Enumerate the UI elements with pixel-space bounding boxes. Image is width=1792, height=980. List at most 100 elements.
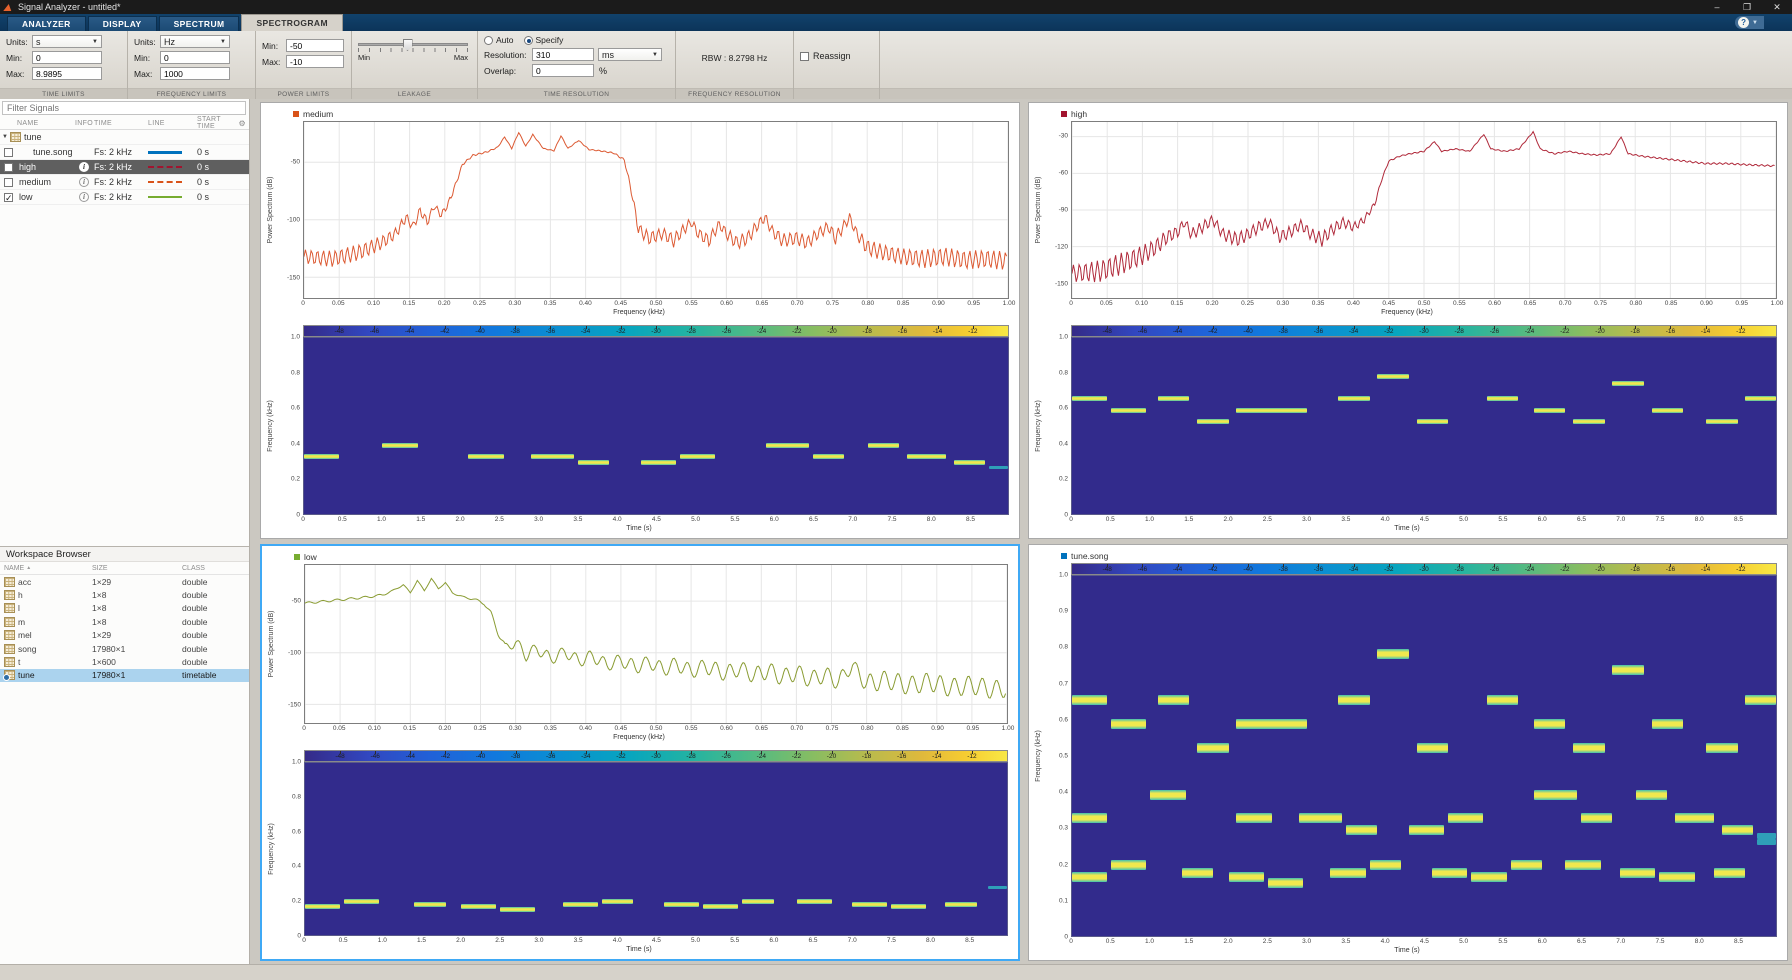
plot-checkbox-low[interactable]: ✓: [4, 193, 13, 202]
x-tick-label: 7.5: [1647, 516, 1673, 523]
plot-checkbox-tune.song[interactable]: [4, 148, 13, 157]
workspace-row-h[interactable]: h1×8double: [0, 588, 249, 601]
display-grid: mediumPower Spectrum (dB)-50-100-15000.0…: [256, 99, 1792, 964]
time-units-select[interactable]: s▼: [32, 35, 102, 48]
tune.song-spectrogram[interactable]: [1071, 575, 1777, 937]
legend-label: medium: [303, 109, 333, 119]
x-tick-label: 0.40: [572, 300, 598, 307]
expand-collapse-icon[interactable]: ▼: [2, 134, 8, 140]
specify-radio-label[interactable]: Specify: [536, 35, 564, 45]
auto-radio-label[interactable]: Auto: [496, 35, 514, 45]
workspace-row-song[interactable]: song17980×1double: [0, 642, 249, 655]
freq-min-input[interactable]: [160, 51, 230, 64]
x-tick-label: 3.5: [1333, 516, 1359, 523]
tab-spectrum[interactable]: SPECTRUM: [159, 16, 240, 31]
line-style-sample[interactable]: [148, 181, 182, 183]
frequency-ylabel: Frequency (kHz): [1035, 400, 1042, 452]
colorbar-tick-label: -40: [1236, 566, 1260, 573]
workspace-row-acc[interactable]: acc1×29double: [0, 575, 249, 588]
workspace-row-tune[interactable]: tune17980×1timetable: [0, 669, 249, 682]
auto-radio[interactable]: [484, 36, 493, 45]
y-tick-label: -120: [1055, 244, 1068, 251]
freq-units-select[interactable]: Hz▼: [160, 35, 230, 48]
frequency-ylabel: Frequency (kHz): [1035, 730, 1042, 782]
resolution-input[interactable]: [532, 48, 594, 61]
plot-checkbox-high[interactable]: [4, 163, 13, 172]
power-max-input[interactable]: [286, 55, 344, 68]
time-xlabel: Time (s): [270, 946, 1008, 957]
x-tick-label: 0.70: [1552, 300, 1578, 307]
variable-size: 17980×1: [92, 644, 182, 654]
colorbar-tick-label: -30: [644, 328, 668, 335]
leakage-slider[interactable]: Min Max: [358, 43, 468, 62]
tab-display[interactable]: DISPLAY: [88, 16, 157, 31]
col-start-time[interactable]: START TIME ⚙: [197, 116, 249, 130]
medium-power-spectrum-plot[interactable]: [303, 121, 1009, 299]
close-button[interactable]: ✕: [1762, 0, 1792, 14]
specify-radio[interactable]: [524, 36, 533, 45]
note-segment: [1534, 408, 1565, 413]
y-tick-label: 0.7: [1059, 680, 1068, 687]
freq-max-input[interactable]: [160, 67, 230, 80]
display-panel-low[interactable]: lowPower Spectrum (dB)-50-100-15000.050.…: [260, 544, 1020, 961]
tab-spectrogram[interactable]: SPECTROGRAM: [241, 14, 342, 31]
signal-row-tune.song[interactable]: tune.songFs: 2 kHz0 s: [0, 145, 249, 160]
time-min-input[interactable]: [32, 51, 102, 64]
line-style-sample[interactable]: [148, 151, 182, 154]
chevron-down-icon[interactable]: ▼: [1749, 20, 1761, 26]
info-icon[interactable]: i: [79, 177, 89, 187]
note-segment: [563, 902, 598, 907]
plot-checkbox-medium[interactable]: [4, 178, 13, 187]
colorbar-tick-label: -48: [328, 753, 352, 760]
workspace-row-m[interactable]: m1×8double: [0, 615, 249, 628]
section-label-frequency-limits: FREQUENCY LIMITS: [128, 88, 255, 99]
line-style-sample[interactable]: [148, 196, 182, 198]
col-line[interactable]: LINE: [148, 120, 197, 127]
workspace-row-mel[interactable]: mel1×29double: [0, 629, 249, 642]
resolution-label: Resolution:: [484, 50, 532, 60]
signal-sample-rate: Fs: 2 kHz: [94, 162, 148, 172]
ws-col-size[interactable]: SIZE: [92, 565, 182, 572]
reassign-checkbox-label[interactable]: Reassign: [813, 51, 851, 61]
overlap-input[interactable]: [532, 64, 594, 77]
info-icon[interactable]: i: [79, 192, 89, 202]
col-name[interactable]: NAME: [17, 120, 74, 127]
workspace-row-l[interactable]: l1×8double: [0, 602, 249, 615]
x-tick-label: 8.0: [918, 937, 944, 944]
info-icon[interactable]: i: [79, 162, 89, 172]
line-style-sample[interactable]: [148, 166, 182, 168]
note-segment: [1448, 813, 1483, 823]
high-spectrogram[interactable]: [1071, 337, 1777, 515]
restore-button[interactable]: ❐: [1732, 0, 1762, 14]
col-info[interactable]: INFO: [74, 120, 94, 127]
display-panel-medium[interactable]: mediumPower Spectrum (dB)-50-100-15000.0…: [260, 102, 1020, 539]
high-power-spectrum-plot[interactable]: [1071, 121, 1777, 299]
colorbar-tick-label: -24: [1518, 328, 1542, 335]
low-spectrogram[interactable]: [304, 762, 1008, 936]
signal-row-medium[interactable]: mediumiFs: 2 kHz0 s: [0, 175, 249, 190]
power-min-input[interactable]: [286, 39, 344, 52]
help-button[interactable]: ? ▼: [1735, 16, 1764, 29]
col-time[interactable]: TIME: [94, 120, 148, 127]
signal-table-header: NAME INFO TIME LINE START TIME ⚙: [0, 117, 249, 130]
signal-group-row-tune[interactable]: ▼tune: [0, 130, 249, 145]
display-panel-tune.song[interactable]: tune.song-48-46-44-42-40-38-36-34-32-30-…: [1028, 544, 1788, 961]
display-panel-high[interactable]: highPower Spectrum (dB)-30-60-90-120-150…: [1028, 102, 1788, 539]
workspace-row-t[interactable]: t1×600double: [0, 655, 249, 668]
medium-spectrogram[interactable]: [303, 337, 1009, 515]
minimize-button[interactable]: –: [1702, 0, 1732, 14]
signal-row-high[interactable]: highiFs: 2 kHz0 s: [0, 160, 249, 175]
gear-icon[interactable]: ⚙: [239, 119, 246, 128]
filter-signals-input[interactable]: [2, 101, 246, 115]
tab-analyzer[interactable]: ANALYZER: [7, 16, 86, 31]
time-max-input[interactable]: [32, 67, 102, 80]
reassign-checkbox[interactable]: [800, 52, 809, 61]
ws-col-class[interactable]: CLASS: [182, 565, 249, 572]
signal-row-low[interactable]: ✓lowiFs: 2 kHz0 s: [0, 190, 249, 205]
resolution-units-select[interactable]: ms▼: [598, 48, 662, 61]
colorbar-tick-label: -40: [469, 753, 493, 760]
ws-col-name[interactable]: NAME ▲: [0, 565, 92, 572]
help-icon[interactable]: ?: [1738, 17, 1749, 28]
leakage-slider-track[interactable]: [358, 43, 468, 46]
low-power-spectrum-plot[interactable]: [304, 564, 1008, 724]
